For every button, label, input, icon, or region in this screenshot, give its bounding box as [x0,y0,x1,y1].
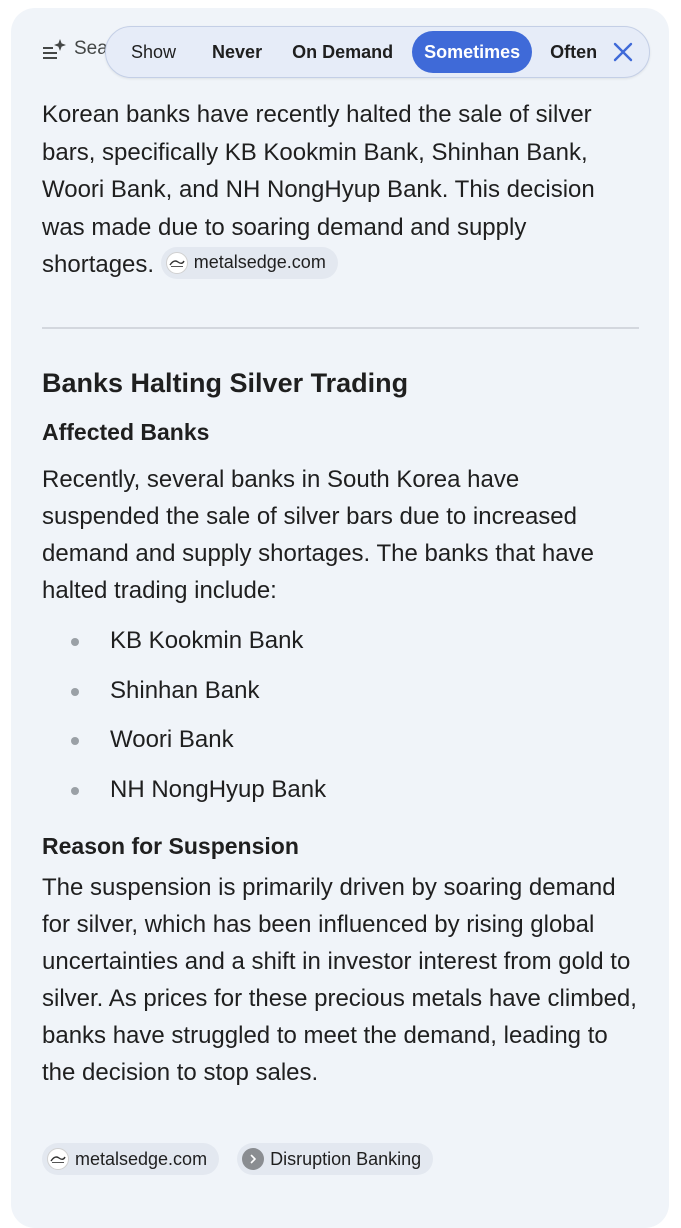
chevron-right-icon [242,1148,265,1170]
close-button[interactable] [609,38,637,66]
list-item: Woori Bank [0,721,660,771]
source-chip-metalsedge[interactable]: metalsedge.com [42,1143,220,1175]
list-item: NH NongHyup Bank [0,771,660,821]
list-item: Shinhan Bank [0,672,660,722]
frequency-option-sometimes[interactable]: Sometimes [412,31,533,73]
bank-name: KB Kookmin Bank [110,627,304,654]
bank-name: NH NongHyup Bank [110,776,327,804]
frequency-show-label: Show [131,41,177,62]
section-title: Banks Halting Silver Trading [42,368,409,398]
source-chips: metalsedge.com Disruption Banking [42,1143,434,1175]
frequency-option-often[interactable]: Often [538,31,609,73]
metalsedge-logo-icon [47,1148,69,1170]
frequency-selector: Show Never On Demand Sometimes Often [105,26,650,78]
source-chip-label: Disruption Banking [270,1148,422,1169]
affected-banks-heading: Affected Banks [42,419,210,445]
metalsedge-logo-icon [165,251,188,274]
close-icon [613,42,633,62]
section-divider [42,327,639,329]
source-chip-label: metalsedge.com [75,1148,208,1169]
bank-list: KB Kookmin Bank Shinhan Bank Woori Bank … [0,622,660,821]
sparkle-list-icon [43,39,66,59]
bank-name: Woori Bank [110,726,234,754]
list-item: KB Kookmin Bank [0,622,660,672]
frequency-option-never[interactable]: Never [200,31,274,73]
source-chip-disruption-banking[interactable]: Disruption Banking [237,1143,434,1175]
intro-source-label: metalsedge.com [193,251,326,272]
bullet-dot [71,638,79,646]
reason-heading: Reason for Suspension [42,833,299,859]
reason-paragraph: The suspension is primarily driven by so… [42,874,637,1086]
bullet-dot [71,687,79,696]
affected-banks-paragraph: Recently, several banks in South Korea h… [42,466,594,604]
intro-source-chip[interactable]: metalsedge.com [160,246,338,279]
intro-paragraph: Korean banks have recently halted the sa… [42,96,642,284]
bank-name: Shinhan Bank [110,676,260,704]
bullet-dot [71,787,79,796]
search-header: Search [42,38,112,60]
frequency-option-on-demand[interactable]: On Demand [280,31,405,73]
bullet-dot [71,737,79,746]
